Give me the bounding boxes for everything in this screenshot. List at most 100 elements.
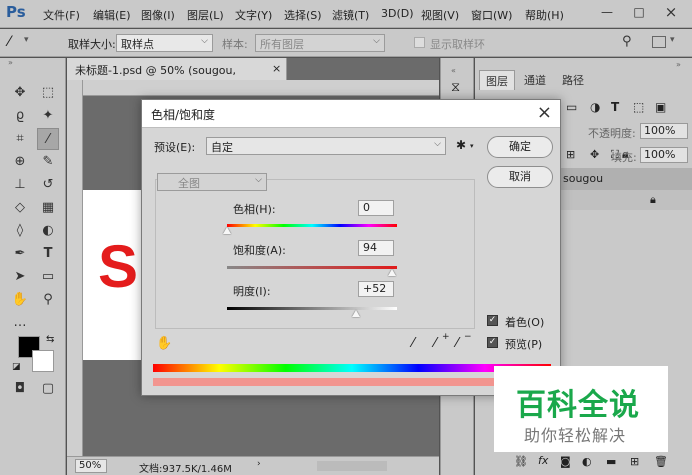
eyedropper-subtract-icon[interactable]: ⁄ — [456, 336, 458, 351]
move-tool-icon[interactable]: ✥ — [9, 82, 31, 104]
saturation-field[interactable]: 94 — [358, 240, 394, 256]
cancel-button[interactable]: 取消 — [487, 166, 553, 188]
preview-checkbox[interactable]: ✓ — [487, 337, 498, 348]
crop-tool-icon[interactable]: ⌗ — [9, 128, 31, 150]
dodge-tool-icon[interactable]: ◐ — [37, 220, 59, 242]
new-adjustment-layer-icon[interactable]: ◐ — [582, 455, 592, 468]
collapse-arrows-icon[interactable]: » — [676, 60, 681, 69]
maximize-button[interactable]: □ — [628, 2, 650, 22]
tab-layers[interactable]: 图层 — [479, 70, 515, 90]
ok-button[interactable]: 确定 — [487, 136, 553, 158]
document-tab-close-icon[interactable]: × — [272, 62, 281, 75]
saturation-slider-track[interactable] — [227, 266, 397, 269]
tool-preset-chevron-icon[interactable]: ▾ — [24, 35, 29, 45]
chevron-down-icon[interactable]: ▾ — [670, 35, 675, 45]
menu-select[interactable]: 选择(S) — [284, 7, 322, 23]
layer-row[interactable]: sougou — [560, 168, 692, 190]
workspace-icon[interactable] — [652, 36, 666, 48]
dialog-close-button[interactable]: × — [537, 103, 552, 123]
lightness-slider-track[interactable] — [227, 307, 397, 310]
background-color-swatch[interactable] — [32, 350, 54, 372]
zoom-tool-icon[interactable]: ⚲ — [37, 289, 59, 311]
tab-channels[interactable]: 通道 — [518, 70, 552, 90]
fill-field[interactable]: 100% — [640, 147, 688, 163]
search-icon[interactable]: ⚲ — [622, 34, 632, 49]
filter-shape-icon[interactable]: ⬚ — [633, 100, 644, 114]
more-tools-icon[interactable]: … — [9, 312, 31, 334]
menu-window[interactable]: 窗口(W) — [471, 7, 512, 23]
sample-select[interactable]: 所有图层 ⌵ — [255, 34, 385, 52]
preset-select[interactable]: 自定 ⌵ — [206, 137, 446, 155]
lock-pixels-icon[interactable]: ⊞ — [566, 148, 575, 161]
tab-paths[interactable]: 路径 — [556, 70, 590, 90]
collapse-arrows-icon[interactable]: « — [451, 66, 456, 75]
lightness-field[interactable]: +52 — [358, 281, 394, 297]
brush-tool-icon[interactable]: ✎ — [37, 151, 59, 173]
menu-3d[interactable]: 3D(D) — [381, 7, 414, 20]
hand-adjust-icon[interactable]: ✋ — [156, 336, 172, 351]
eyedropper-tool-icon[interactable]: ⁄ — [8, 34, 10, 50]
filter-smart-object-icon[interactable]: ▣ — [655, 100, 666, 114]
filter-type-icon[interactable]: ▭ — [566, 100, 577, 114]
gear-icon[interactable]: ✱ — [456, 138, 466, 152]
history-panel-icon[interactable]: ⧖ — [451, 80, 460, 95]
eyedropper-icon[interactable]: ⁄ — [412, 336, 414, 351]
eyedropper-tool-icon[interactable]: ⁄ — [37, 128, 59, 150]
minimize-button[interactable]: — — [596, 2, 618, 22]
menu-view[interactable]: 视图(V) — [421, 7, 459, 23]
colorize-checkbox[interactable]: ✓ — [487, 315, 498, 326]
new-group-icon[interactable]: ▬ — [606, 455, 616, 468]
layer-style-icon[interactable]: fx — [538, 454, 548, 467]
menu-file[interactable]: 文件(F) — [43, 7, 80, 23]
default-colors-icon[interactable]: ◪ — [12, 362, 21, 372]
collapse-arrows-icon[interactable]: » — [8, 58, 13, 67]
menu-image[interactable]: 图像(I) — [141, 7, 175, 23]
screen-mode-icon[interactable]: ▢ — [37, 378, 59, 400]
hand-tool-icon[interactable]: ✋ — [9, 289, 31, 311]
eraser-tool-icon[interactable]: ◇ — [9, 197, 31, 219]
hue-slider-track[interactable] — [227, 224, 397, 227]
gradient-tool-icon[interactable]: ▦ — [37, 197, 59, 219]
saturation-slider-thumb[interactable] — [387, 269, 396, 276]
lock-position-icon[interactable]: ✥ — [590, 148, 599, 161]
menu-type[interactable]: 文字(Y) — [235, 7, 272, 23]
document-tab[interactable]: 未标题-1.psd @ 50% (sougou, RGB/8#) * — [67, 58, 287, 91]
magic-wand-tool-icon[interactable]: ✦ — [37, 105, 59, 127]
channel-select[interactable]: 全图 ⌵ — [157, 173, 267, 191]
layer-row[interactable]: 🔒︎ — [560, 190, 692, 210]
menu-filter[interactable]: 滤镜(T) — [332, 7, 369, 23]
quick-mask-icon[interactable]: ◘ — [9, 378, 31, 400]
menu-layer[interactable]: 图层(L) — [187, 7, 224, 23]
filter-text-icon[interactable]: T — [611, 100, 619, 114]
blur-tool-icon[interactable]: ◊ — [9, 220, 31, 242]
rectangle-tool-icon[interactable]: ▭ — [37, 266, 59, 288]
sample-size-select[interactable]: 取样点 ⌵ — [116, 34, 213, 52]
lightness-slider-thumb[interactable] — [352, 310, 361, 317]
menu-edit[interactable]: 编辑(E) — [93, 7, 131, 23]
hue-slider-thumb[interactable] — [223, 227, 231, 234]
history-brush-icon[interactable]: ↺ — [37, 174, 59, 196]
path-selection-icon[interactable]: ➤ — [9, 266, 31, 288]
opacity-field[interactable]: 100% — [640, 123, 688, 139]
status-menu-arrow-icon[interactable]: › — [257, 459, 261, 469]
marquee-tool-icon[interactable]: ⬚ — [37, 82, 59, 104]
lasso-tool-icon[interactable]: ϱ — [9, 105, 31, 127]
healing-brush-icon[interactable]: ⊕ — [9, 151, 31, 173]
new-layer-icon[interactable]: ⊞ — [630, 455, 639, 468]
document-info[interactable]: 文档:937.5K/1.46M — [139, 460, 232, 475]
clone-stamp-icon[interactable]: ⊥ — [9, 174, 31, 196]
show-ring-checkbox[interactable] — [414, 37, 425, 48]
pen-tool-icon[interactable]: ✒ — [9, 243, 31, 265]
swap-colors-icon[interactable]: ⇆ — [46, 334, 54, 345]
hue-field[interactable]: 0 — [358, 200, 394, 216]
eyedropper-add-icon[interactable]: ⁄ — [434, 336, 436, 351]
menu-help[interactable]: 帮助(H) — [525, 7, 564, 23]
zoom-level[interactable]: 50% — [75, 459, 107, 473]
link-layers-icon[interactable]: ⛓ — [514, 455, 528, 468]
delete-layer-icon[interactable]: 🗑︎ — [654, 455, 668, 468]
close-window-button[interactable]: × — [660, 2, 682, 22]
add-mask-icon[interactable]: ◙ — [560, 455, 571, 468]
type-tool-icon[interactable]: T — [37, 243, 59, 265]
horizontal-scrollbar[interactable] — [317, 461, 387, 471]
filter-adjustment-icon[interactable]: ◑ — [590, 100, 600, 114]
